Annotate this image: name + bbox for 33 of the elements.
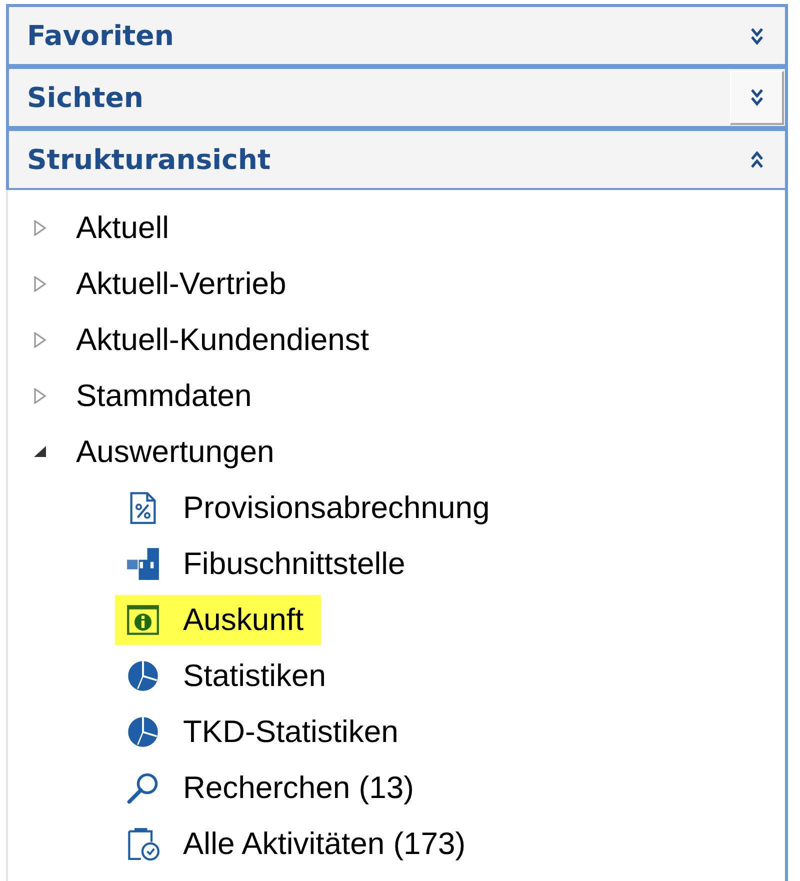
search-icon	[126, 771, 160, 805]
expanded-arrow-icon[interactable]	[33, 444, 47, 460]
tree-item[interactable]: Provisionsabrechnung	[183, 490, 490, 526]
collapsed-arrow-icon[interactable]	[33, 220, 47, 236]
collapsed-arrow-icon[interactable]	[33, 388, 47, 404]
pie-chart-icon	[126, 659, 160, 693]
info-window-icon	[126, 603, 160, 637]
tree-item[interactable]: Fibuschnittstelle	[183, 546, 406, 582]
tree-item[interactable]: Auswertungen	[76, 434, 274, 470]
section-header[interactable]: Strukturansicht	[6, 128, 788, 191]
pie-chart-icon	[126, 715, 160, 749]
expand-button[interactable]	[730, 70, 784, 124]
tree-item[interactable]: Statistiken	[183, 658, 326, 694]
tree-item[interactable]: Aktuell-Vertrieb	[76, 266, 286, 302]
section-title: Strukturansicht	[27, 144, 271, 176]
tree-item[interactable]: Aktuell	[76, 210, 170, 246]
tree-item[interactable]: Recherchen (13)	[183, 770, 414, 806]
tree-item[interactable]: Stammdaten	[76, 378, 252, 414]
tree-item[interactable]: Alle Aktivitäten (173)	[183, 826, 466, 862]
double-chevron-down-icon	[750, 88, 762, 106]
section-header[interactable]: Favoriten	[6, 4, 788, 67]
tree-item[interactable]: Auskunft	[183, 602, 304, 638]
blocks-icon	[126, 547, 160, 581]
collapsed-arrow-icon[interactable]	[33, 276, 47, 292]
section-header[interactable]: Sichten	[6, 66, 788, 129]
tree-item[interactable]: Aktuell-Kundendienst	[76, 322, 369, 358]
section-title: Sichten	[27, 82, 144, 114]
section-title: Favoriten	[27, 20, 174, 52]
collapse-button[interactable]	[751, 150, 763, 168]
tree-item[interactable]: TKD-Statistiken	[183, 714, 398, 750]
expand-button[interactable]	[751, 26, 763, 44]
collapsed-arrow-icon[interactable]	[33, 332, 47, 348]
calendar-clock-icon	[126, 827, 160, 861]
